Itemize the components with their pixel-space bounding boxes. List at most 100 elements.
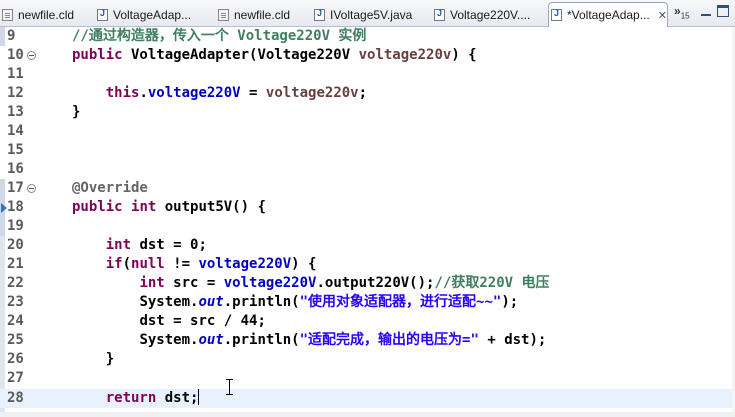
java-editor[interactable]: newfile.cld VoltageAdap... newfile.cld I… [0, 0, 735, 417]
code-line[interactable]: 9 //通过构造器，传入一个 Voltage220V 实例 [0, 27, 735, 46]
keyword: int [139, 275, 165, 291]
code-line[interactable]: 11 [0, 65, 735, 84]
keyword: null [131, 256, 165, 272]
line-number: 18 [7, 199, 24, 215]
code-line[interactable]: 14 [0, 122, 735, 141]
line-number: 12 [7, 85, 24, 101]
tab-label: Voltage220V.... [450, 7, 531, 22]
code-line[interactable]: 20 int dst = 0; [0, 236, 735, 255]
tab-voltageadapter-1[interactable]: VoltageAdap... [95, 3, 215, 26]
code-line[interactable]: 26 } [0, 350, 735, 369]
line-number: 23 [7, 294, 24, 310]
code-text: @Override [72, 179, 148, 198]
code-token: } [105, 351, 115, 367]
java-file-icon [97, 8, 108, 21]
comment: //通过构造器，传入一个 Voltage220V 实例 [72, 28, 367, 44]
code-text: this.voltage220V = voltage220v; [72, 84, 367, 103]
code-line[interactable]: 15 [0, 141, 735, 160]
comment: //获取220V 电压 [434, 275, 550, 291]
line-number: 21 [7, 256, 24, 272]
code-line[interactable]: 24 dst = src / 44; [0, 312, 735, 331]
code-token: + dst); [478, 332, 547, 348]
line-number: 25 [7, 332, 24, 348]
code-line[interactable]: 25 System.out.println("适配完成，输出的电压为=" + d… [0, 331, 735, 350]
code-token: dst; [156, 390, 199, 406]
fold-collapse-icon[interactable] [27, 51, 36, 60]
code-text: dst = src / 44; [72, 312, 266, 331]
code-line[interactable]: 16 [0, 160, 735, 179]
string-literal: "适配完成，输出的电压为=" [299, 332, 479, 348]
code-token: dst = 0; [131, 237, 207, 253]
code-token: .println( [223, 332, 300, 348]
code-token: .output220V(); [316, 275, 435, 291]
code-line[interactable]: 10 public VoltageAdapter(Voltage220V vol… [0, 46, 735, 65]
static-field: out [198, 294, 224, 310]
annotation: @Override [72, 180, 148, 196]
fold-collapse-icon[interactable] [27, 184, 36, 193]
code-line[interactable]: 23 System.out.println("使用对象适配器，进行适配~~"); [0, 293, 735, 312]
code-token: } [72, 104, 81, 120]
static-field: out [198, 332, 224, 348]
code-token: = [240, 85, 266, 101]
code-line[interactable]: 13 } [0, 103, 735, 122]
code-line[interactable]: 19 [0, 217, 735, 236]
text-caret [198, 389, 200, 405]
tab-label: newfile.cld [234, 7, 291, 22]
code-text: System.out.println("适配完成，输出的电压为=" + dst)… [72, 331, 546, 350]
code-token: ); [501, 294, 519, 310]
code-token: output5V() { [156, 199, 266, 215]
code-token: ( [122, 256, 132, 272]
code-token: ) { [291, 256, 317, 272]
tab-voltage220v[interactable]: Voltage220V.... [432, 3, 544, 26]
keyword: int [105, 237, 132, 253]
keyword: public [72, 47, 123, 63]
code-token: . [139, 85, 148, 101]
code-text: //通过构造器，传入一个 Voltage220V 实例 [72, 27, 366, 46]
code-line[interactable]: 27 [0, 369, 735, 388]
code-line[interactable]: 12 this.voltage220V = voltage220v; [0, 84, 735, 103]
close-icon[interactable]: ✕ [658, 9, 667, 22]
code-token: voltage220v [265, 85, 359, 101]
tab-newfile-cld-2[interactable]: newfile.cld [216, 3, 308, 26]
string-literal: "使用对象适配器，进行适配~~" [299, 294, 502, 310]
code-token: dst = src / 44; [139, 313, 266, 329]
maximize-icon[interactable] [717, 5, 729, 17]
tab-ivoltage5v[interactable]: IVoltage5V.java [312, 3, 424, 26]
code-text: return dst; [72, 389, 200, 408]
line-number: 19 [7, 218, 24, 234]
code-text: } [72, 350, 114, 369]
tab-newfile-cld-1[interactable]: newfile.cld [0, 3, 91, 26]
line-number: 13 [7, 104, 24, 120]
line-number: 26 [7, 351, 24, 367]
line-number: 24 [7, 313, 24, 329]
code-text: if(null != voltage220V) { [72, 255, 317, 274]
code-line-current[interactable]: 28 return dst; [0, 389, 735, 408]
keyword: if [105, 256, 123, 272]
code-token: != [164, 256, 199, 272]
ibeam-cursor-icon [226, 379, 234, 395]
code-token: voltage220v [358, 47, 452, 63]
code-token: .println( [223, 294, 300, 310]
code-line[interactable]: 22 int src = voltage220V.output220V();//… [0, 274, 735, 293]
code-line[interactable]: 21 if(null != voltage220V) { [0, 255, 735, 274]
code-text: } [72, 103, 80, 122]
code-token: src = [164, 275, 224, 291]
cld-file-icon [2, 8, 13, 21]
code-token: ; [358, 85, 368, 101]
code-text: public VoltageAdapter(Voltage220V voltag… [72, 46, 477, 65]
tab-voltageadapter-active[interactable]: *VoltageAdap... ✕ [548, 2, 668, 27]
cld-file-icon [218, 8, 229, 21]
horizontal-scrollbar[interactable] [0, 412, 735, 417]
code-text: System.out.println("使用对象适配器，进行适配~~"); [72, 293, 518, 312]
minimize-icon[interactable] [700, 5, 712, 17]
tab-overflow-button[interactable]: »15 [674, 4, 690, 20]
code-line[interactable]: 18 public int output5V() { [0, 198, 735, 217]
chevron-double-right-icon: » [674, 4, 681, 18]
code-line[interactable]: 17 @Override [0, 179, 735, 198]
